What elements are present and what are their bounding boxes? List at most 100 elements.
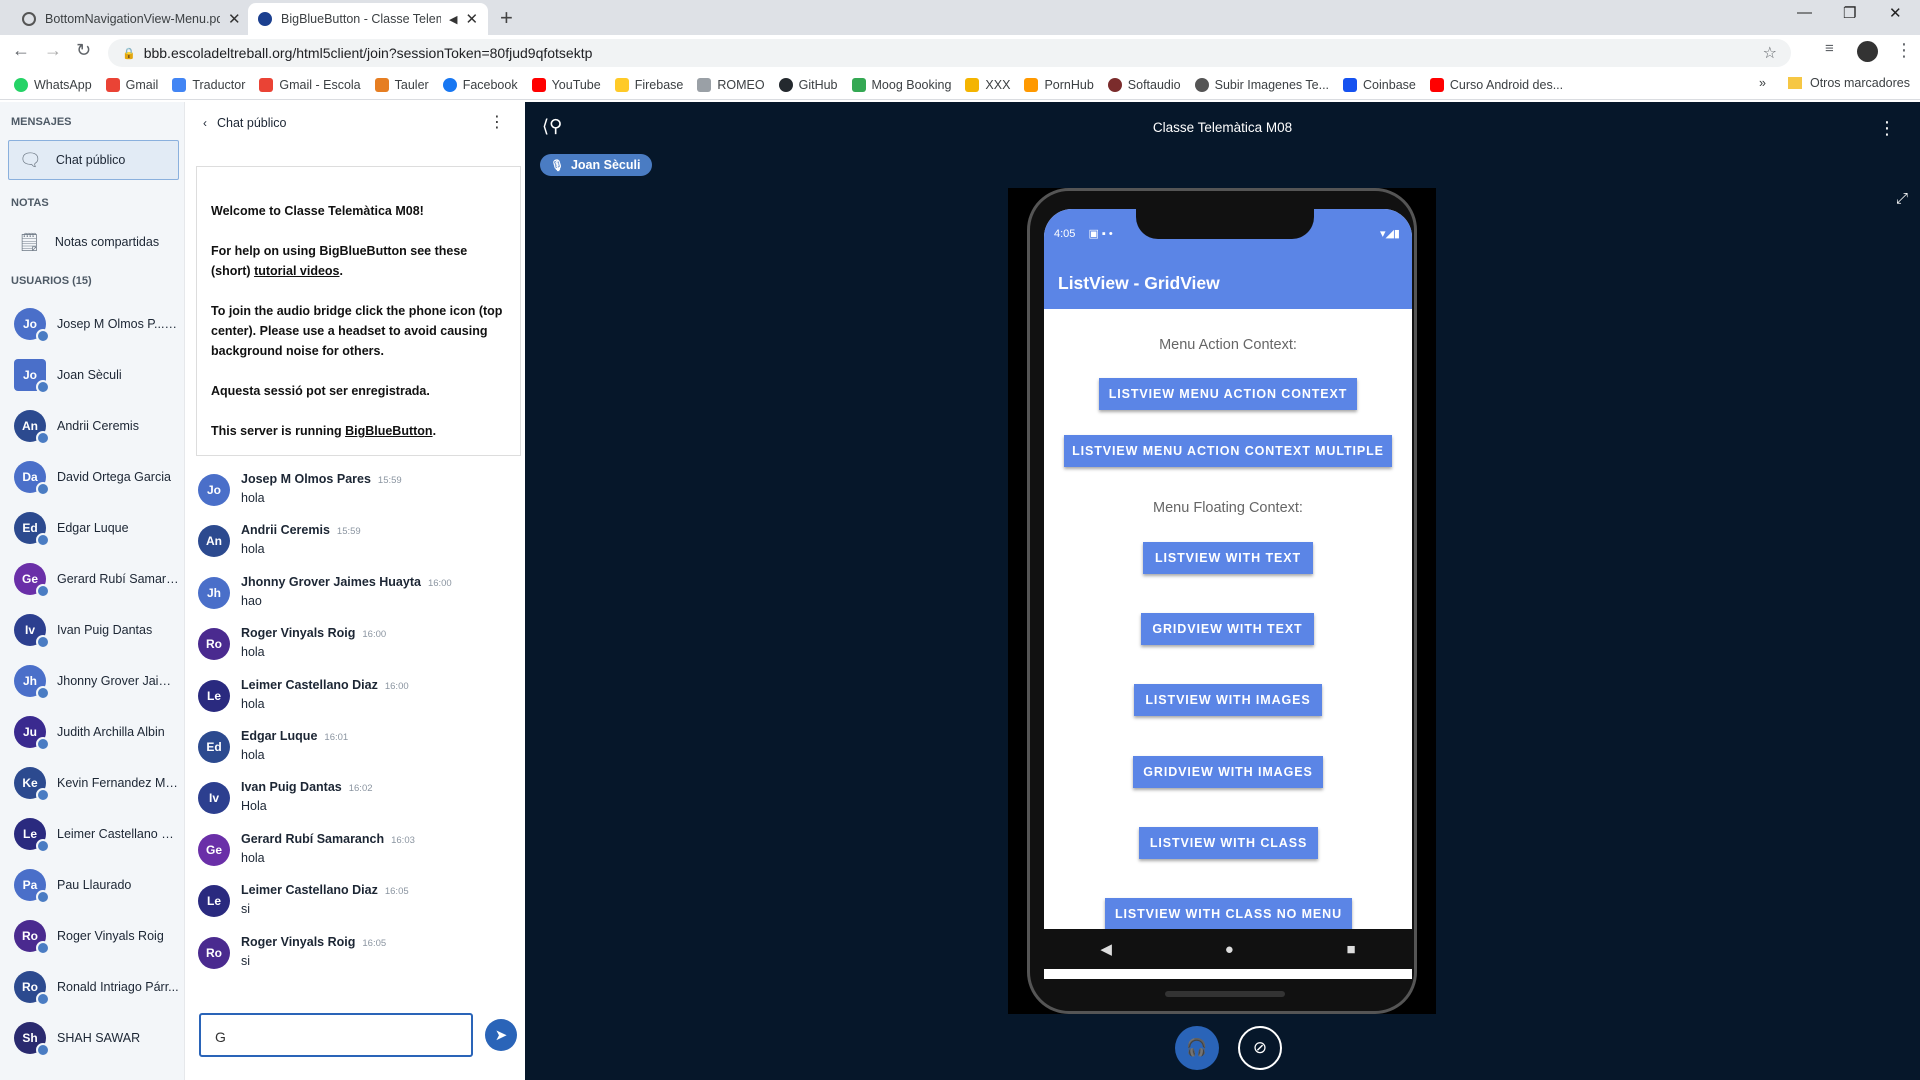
bookmark-whatsapp[interactable]: WhatsApp — [14, 77, 92, 92]
avatar-initials: Iv — [208, 791, 219, 806]
minimize-button[interactable]: — — [1797, 4, 1812, 21]
bookmark-gmail[interactable]: Gmail — [105, 77, 158, 92]
listview-with-images-button[interactable]: LISTVIEW WITH IMAGES — [1134, 684, 1322, 716]
connection-status-icon — [36, 686, 50, 700]
gmail-icon — [105, 77, 120, 92]
bookmark-gmail-escola[interactable]: Gmail - Escola — [259, 77, 361, 92]
user-list-item[interactable]: Ro Ronald Intriago Párr... — [14, 969, 184, 1006]
speaker-icon[interactable]: ◀ — [449, 13, 457, 26]
bigbluebutton-link[interactable]: BigBlueButton — [345, 424, 432, 438]
user-list-item[interactable]: Jh Jhonny Grover Jaim... — [14, 663, 184, 700]
shared-notes-item[interactable]: 🗒 Notas compartidas — [8, 222, 159, 262]
message-header: Jhonny Grover Jaimes Huayta 16:00 — [241, 575, 452, 589]
listview-with-class-button[interactable]: LISTVIEW WITH CLASS — [1139, 827, 1318, 859]
bookmark-youtube[interactable]: YouTube — [531, 77, 601, 92]
pornhub-icon — [1024, 77, 1039, 92]
recents-square-icon[interactable]: ■ — [1347, 941, 1356, 958]
options-menu-icon[interactable]: ⋮ — [1878, 118, 1896, 139]
message-text: si — [241, 902, 251, 917]
bookmark-star-icon[interactable]: ☆ — [1763, 43, 1777, 63]
avatar-initials: Ro — [206, 945, 222, 960]
back-triangle-icon[interactable]: ◀ — [1100, 940, 1112, 958]
close-tab-icon[interactable]: ✕ — [465, 10, 478, 28]
browser-tab-bbb[interactable]: BigBlueButton - Classe Telem ◀ ✕ — [248, 3, 489, 35]
bookmark-subir-imagenes[interactable]: Subir Imagenes Te... — [1194, 77, 1329, 92]
user-list-item[interactable]: Ed Edgar Luque — [14, 510, 184, 547]
message-header: Leimer Castellano Diaz 16:05 — [241, 883, 409, 897]
user-list-item[interactable]: An Andrii Ceremis — [14, 408, 184, 445]
video-off-button[interactable]: ⊘ — [1238, 1026, 1282, 1070]
address-bar[interactable]: 🔒 bbb.escoladeltreball.org/html5client/j… — [108, 39, 1791, 67]
close-window-button[interactable]: ✕ — [1889, 4, 1902, 22]
chat-back-button[interactable]: ‹ Chat público — [203, 116, 287, 130]
microphone-icon: 🎙 — [550, 159, 564, 172]
bookmark-moog[interactable]: Moog Booking — [851, 77, 951, 92]
user-list-item[interactable]: Jo Joan Sèculi — [14, 357, 184, 394]
profile-avatar-icon[interactable] — [1857, 41, 1878, 62]
send-message-button[interactable]: ➤ — [485, 1019, 517, 1051]
avatar: Sh — [14, 1022, 50, 1057]
user-list-item[interactable]: Sh SHAH SAWAR — [14, 1020, 184, 1057]
user-list-item[interactable]: Da David Ortega Garcia — [14, 459, 184, 496]
forward-arrow-icon[interactable]: → — [44, 40, 62, 61]
phone-screen: 4:05 ▣ ▪ • ▾◢▮ ListView - GridView Menu … — [1044, 209, 1412, 979]
phone-emulator: 4:05 ▣ ▪ • ▾◢▮ ListView - GridView Menu … — [1027, 188, 1417, 1014]
listview-menu-action-context-button[interactable]: LISTVIEW MENU ACTION CONTEXT — [1099, 378, 1357, 410]
user-list-item[interactable]: Iv Ivan Puig Dantas — [14, 612, 184, 649]
listview-menu-action-context-multiple-button[interactable]: LISTVIEW MENU ACTION CONTEXT MULTIPLE — [1064, 435, 1392, 467]
avatar-initials: Ge — [205, 842, 222, 857]
message-author: Roger Vinyals Roig — [241, 934, 356, 949]
user-list-item[interactable]: Jo Josep M Olmos P...(Tu) — [14, 306, 184, 343]
listview-with-class-no-menu-button[interactable]: LISTVIEW WITH CLASS NO MENU — [1105, 898, 1352, 930]
browser-tab-pdf[interactable]: BottomNavigationView-Menu.pdf ✕ — [12, 3, 251, 35]
gridview-with-text-button[interactable]: GRIDVIEW WITH TEXT — [1141, 613, 1314, 645]
restore-button[interactable]: ❐ — [1843, 4, 1856, 22]
fullscreen-icon[interactable]: ⤢ — [1896, 190, 1908, 207]
avatar-initials: Da — [22, 470, 38, 484]
avatar: Jh — [198, 576, 230, 609]
chat-message: Le Leimer Castellano Diaz 16:00 hola — [198, 678, 409, 712]
bookmark-pornhub[interactable]: PornHub — [1024, 77, 1094, 92]
home-circle-icon[interactable]: ● — [1225, 941, 1234, 958]
user-list-item[interactable]: Ge Gerard Rubí Samara... — [14, 561, 184, 598]
bookmark-romeo[interactable]: ROMEO — [697, 77, 765, 92]
media-control-icon[interactable]: ≡ — [1825, 40, 1834, 57]
more-bookmarks-icon[interactable]: » — [1759, 76, 1766, 90]
bookmark-traductor[interactable]: Traductor — [172, 77, 245, 92]
folder-icon — [1787, 77, 1802, 89]
message-body: Leimer Castellano Diaz 16:00 hola — [241, 678, 409, 712]
public-chat-item[interactable]: 🗨 Chat público — [8, 140, 179, 180]
user-list-item[interactable]: Ke Kevin Fernandez Mu... — [14, 765, 184, 802]
reload-icon[interactable]: ↻ — [76, 40, 91, 61]
user-list-item[interactable]: Pa Pau Llaurado — [14, 867, 184, 904]
bookmark-github[interactable]: GitHub — [778, 77, 838, 92]
bookmark-tauler[interactable]: Tauler — [374, 77, 429, 92]
screenshare-video: 4:05 ▣ ▪ • ▾◢▮ ListView - GridView Menu … — [1008, 188, 1436, 1014]
chat-panel: ‹ Chat público ⋮ Welcome to Classe Telem… — [185, 102, 525, 1080]
bookmark-softaudio[interactable]: Softaudio — [1107, 77, 1181, 92]
audio-headphones-button[interactable]: 🎧 — [1175, 1026, 1219, 1070]
back-arrow-icon[interactable]: ← — [12, 40, 30, 61]
browser-menu-icon[interactable]: ⋮ — [1895, 40, 1913, 61]
close-tab-icon[interactable]: ✕ — [228, 10, 241, 28]
other-bookmarks[interactable]: » Otros marcadores — [1759, 76, 1910, 90]
bookmark-facebook[interactable]: Facebook — [442, 77, 518, 92]
bookmark-firebase[interactable]: Firebase — [614, 77, 683, 92]
user-name: Ivan Puig Dantas — [57, 623, 179, 637]
new-tab-button[interactable]: + — [500, 5, 513, 31]
gridview-with-images-button[interactable]: GRIDVIEW WITH IMAGES — [1133, 756, 1323, 788]
bookmark-curso-android[interactable]: Curso Android des... — [1429, 77, 1563, 92]
tutorial-videos-link[interactable]: tutorial videos — [254, 264, 339, 278]
chat-options-icon[interactable]: ⋮ — [489, 112, 505, 132]
welcome-server: This server is running BigBlueButton. — [211, 424, 437, 438]
user-name: SHAH SAWAR — [57, 1031, 179, 1045]
user-list-item[interactable]: Le Leimer Castellano Di... — [14, 816, 184, 853]
user-list-item[interactable]: Ju Judith Archilla Albin — [14, 714, 184, 751]
bookmark-xxx[interactable]: XXX — [965, 77, 1010, 92]
chat-message-input[interactable]: G — [199, 1013, 473, 1057]
user-list-item[interactable]: Ro Roger Vinyals Roig — [14, 918, 184, 955]
bookmark-coinbase[interactable]: Coinbase — [1343, 77, 1416, 92]
connection-status-icon — [36, 788, 50, 802]
message-author: Roger Vinyals Roig — [241, 626, 356, 641]
listview-with-text-button[interactable]: LISTVIEW WITH TEXT — [1143, 542, 1313, 574]
